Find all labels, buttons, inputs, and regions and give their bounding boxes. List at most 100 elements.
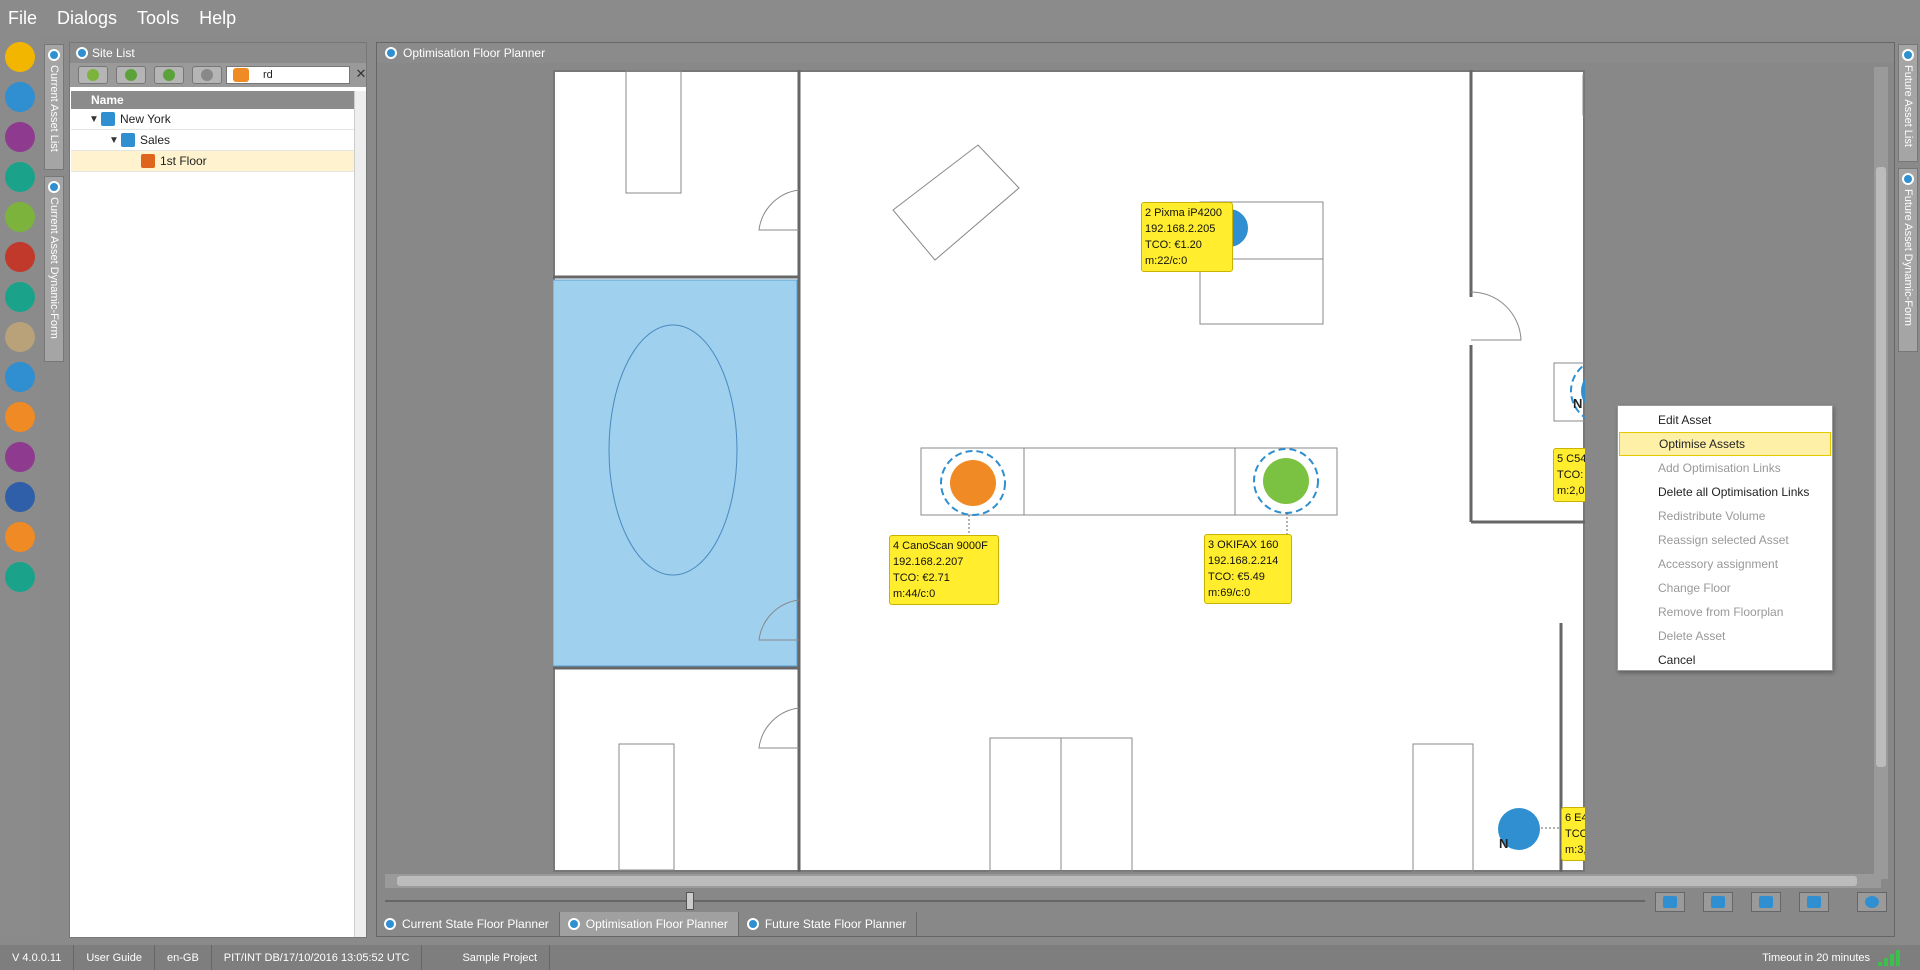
binoculars-icon[interactable] xyxy=(5,162,35,192)
export-image-button[interactable] xyxy=(1799,892,1829,912)
grid-icon xyxy=(163,69,175,81)
chevron-down-icon[interactable]: ▼ xyxy=(107,135,121,146)
search-value: rd xyxy=(263,69,273,81)
chevron-down-icon[interactable]: ▼ xyxy=(87,114,101,125)
site-list-panel: Site List rd ✕ Name ▼ New York ▼ Sales 1st F… xyxy=(69,42,367,938)
home-icon[interactable] xyxy=(5,42,35,72)
site-list-toolbar: rd ✕ xyxy=(70,63,366,87)
context-menu-item: Redistribute Volume xyxy=(1658,509,1766,523)
tab-status-icon xyxy=(48,49,60,61)
tree-column-header[interactable]: Name xyxy=(71,91,357,109)
planner-tabs: Current State Floor Planner Optimisation … xyxy=(376,912,918,936)
connection-signal-icon xyxy=(1878,950,1912,966)
context-menu-item: Accessory assignment xyxy=(1658,557,1779,571)
fit-view-button[interactable] xyxy=(1655,892,1685,912)
planner-tab[interactable]: Optimisation Floor Planner xyxy=(559,912,739,936)
new-asset-badge: N xyxy=(1499,836,1509,851)
folder-icon[interactable] xyxy=(5,82,35,112)
vtab-current-asset-list[interactable]: Current Asset List xyxy=(44,44,64,170)
zoom-slider-handle[interactable] xyxy=(686,892,694,910)
bars-icon[interactable] xyxy=(5,442,35,472)
search-clear-icon[interactable]: ✕ xyxy=(354,66,368,84)
zoom-slider-track[interactable] xyxy=(385,900,1645,902)
vtab-future-asset-list[interactable]: Future Asset List xyxy=(1898,44,1918,162)
timeout-label: Timeout in 20 minutes xyxy=(1762,951,1870,964)
context-menu-item: Delete Asset xyxy=(1658,629,1726,643)
database-icon[interactable] xyxy=(5,562,35,592)
globe-icon xyxy=(101,112,115,126)
building-icon xyxy=(121,133,135,147)
hierarchy-icon[interactable] xyxy=(5,122,35,152)
asset-label-okifax[interactable]: 3 OKIFAX 160 192.168.2.214 TCO: €5.49 m:… xyxy=(1204,534,1292,604)
expand-icon xyxy=(87,69,99,81)
site-list-title-bar: Site List xyxy=(70,43,366,63)
context-menu-item: Reassign selected Asset xyxy=(1658,533,1789,547)
scroll-thumb[interactable] xyxy=(1876,167,1886,767)
tree-item[interactable]: ▼ Sales xyxy=(71,130,357,151)
floor-plan[interactable]: 2 Pixma iP4200 192.168.2.205 TCO: €1.20 … xyxy=(553,70,1585,872)
context-menu-item[interactable]: Cancel xyxy=(1619,648,1831,672)
chart-icon[interactable] xyxy=(5,242,35,272)
context-menu-item[interactable]: Optimise Assets xyxy=(1619,432,1831,456)
asset-label-canoscan[interactable]: 4 CanoScan 9000F 192.168.2.207 TCO: €2.7… xyxy=(889,535,999,605)
vtab-future-asset-dynamic-form[interactable]: Future Asset Dynamic-Form xyxy=(1898,168,1918,352)
menu-help[interactable]: Help xyxy=(199,8,236,29)
panel-icon xyxy=(76,47,88,59)
menu-bar: File Dialogs Tools Help xyxy=(0,0,1920,36)
save-button[interactable] xyxy=(1751,892,1781,912)
project-label: Sample Project xyxy=(422,945,551,970)
context-menu-item[interactable]: Delete all Optimisation Links xyxy=(1619,480,1831,504)
select-button[interactable] xyxy=(116,66,146,84)
tab-status-icon xyxy=(1902,173,1914,185)
planner-tab-label: Current State Floor Planner xyxy=(402,917,549,931)
context-menu-item[interactable]: Edit Asset xyxy=(1619,408,1831,432)
asset-label-c546[interactable]: 5 C546dtn TCO: €839. m:2,000/c: xyxy=(1553,448,1585,502)
user-guide-link[interactable]: User Guide xyxy=(74,945,155,970)
vtab-current-asset-dynamic-form[interactable]: Current Asset Dynamic-Form xyxy=(44,176,64,362)
settings-button[interactable] xyxy=(1857,892,1887,912)
tree-item-label: Sales xyxy=(140,133,171,147)
trend-icon[interactable] xyxy=(5,282,35,312)
document-icon[interactable] xyxy=(5,482,35,512)
floor-horizontal-scrollbar[interactable] xyxy=(385,874,1881,888)
panel-icon xyxy=(385,47,397,59)
tab-icon xyxy=(567,918,580,930)
canoscan-scanner-icon xyxy=(950,460,996,506)
status-bar: V 4.0.0.11 User Guide en-GB PIT/INT DB/1… xyxy=(0,945,1920,970)
grid-button[interactable] xyxy=(154,66,184,84)
planner-tab[interactable]: Current State Floor Planner xyxy=(376,912,560,936)
database-label: PIT/INT DB/17/10/2016 13:05:52 UTC xyxy=(212,945,423,970)
context-menu-item: Change Floor xyxy=(1658,581,1731,595)
tree-item[interactable]: ▼ New York xyxy=(71,109,357,130)
refresh-icon[interactable] xyxy=(233,68,249,82)
asset-context-menu: Edit Asset Optimise Assets Add Optimisatio… xyxy=(1617,405,1833,671)
tree-item[interactable]: 1st Floor xyxy=(71,151,357,172)
handshake-icon[interactable] xyxy=(5,402,35,432)
floor-plan-drawing xyxy=(553,70,1585,872)
menu-dialogs[interactable]: Dialogs xyxy=(57,8,117,29)
print-button[interactable] xyxy=(1703,892,1733,912)
floor-vertical-scrollbar[interactable] xyxy=(1874,67,1888,879)
scroll-thumb[interactable] xyxy=(397,876,1857,886)
new-asset-badge: N xyxy=(1573,396,1583,411)
expand-all-button[interactable] xyxy=(78,66,108,84)
eye-icon[interactable] xyxy=(5,322,35,352)
menu-tools[interactable]: Tools xyxy=(137,8,179,29)
asset-label-e462[interactable]: 6 E462dtn TCO: €117.93 m:3,801/c:0 xyxy=(1561,807,1585,861)
context-menu-item: Remove from Floorplan xyxy=(1658,605,1784,619)
version-label: V 4.0.0.11 xyxy=(0,945,75,970)
gear-icon xyxy=(1865,896,1879,908)
site-search-input[interactable]: rd xyxy=(226,66,350,84)
scroll-icon[interactable] xyxy=(5,202,35,232)
tab-icon xyxy=(746,918,759,930)
asset-label-pixma[interactable]: 2 Pixma iP4200 192.168.2.205 TCO: €1.20 … xyxy=(1141,202,1233,272)
minus-icon xyxy=(201,69,213,81)
tab-status-icon xyxy=(1902,49,1914,61)
briefcase-icon[interactable] xyxy=(5,522,35,552)
planner-tab[interactable]: Future State Floor Planner xyxy=(739,912,918,936)
target-icon[interactable] xyxy=(5,362,35,392)
remove-button[interactable] xyxy=(192,66,222,84)
menu-file[interactable]: File xyxy=(8,8,37,29)
tree-scrollbar[interactable] xyxy=(354,91,366,937)
tree-item-label: New York xyxy=(120,112,171,126)
